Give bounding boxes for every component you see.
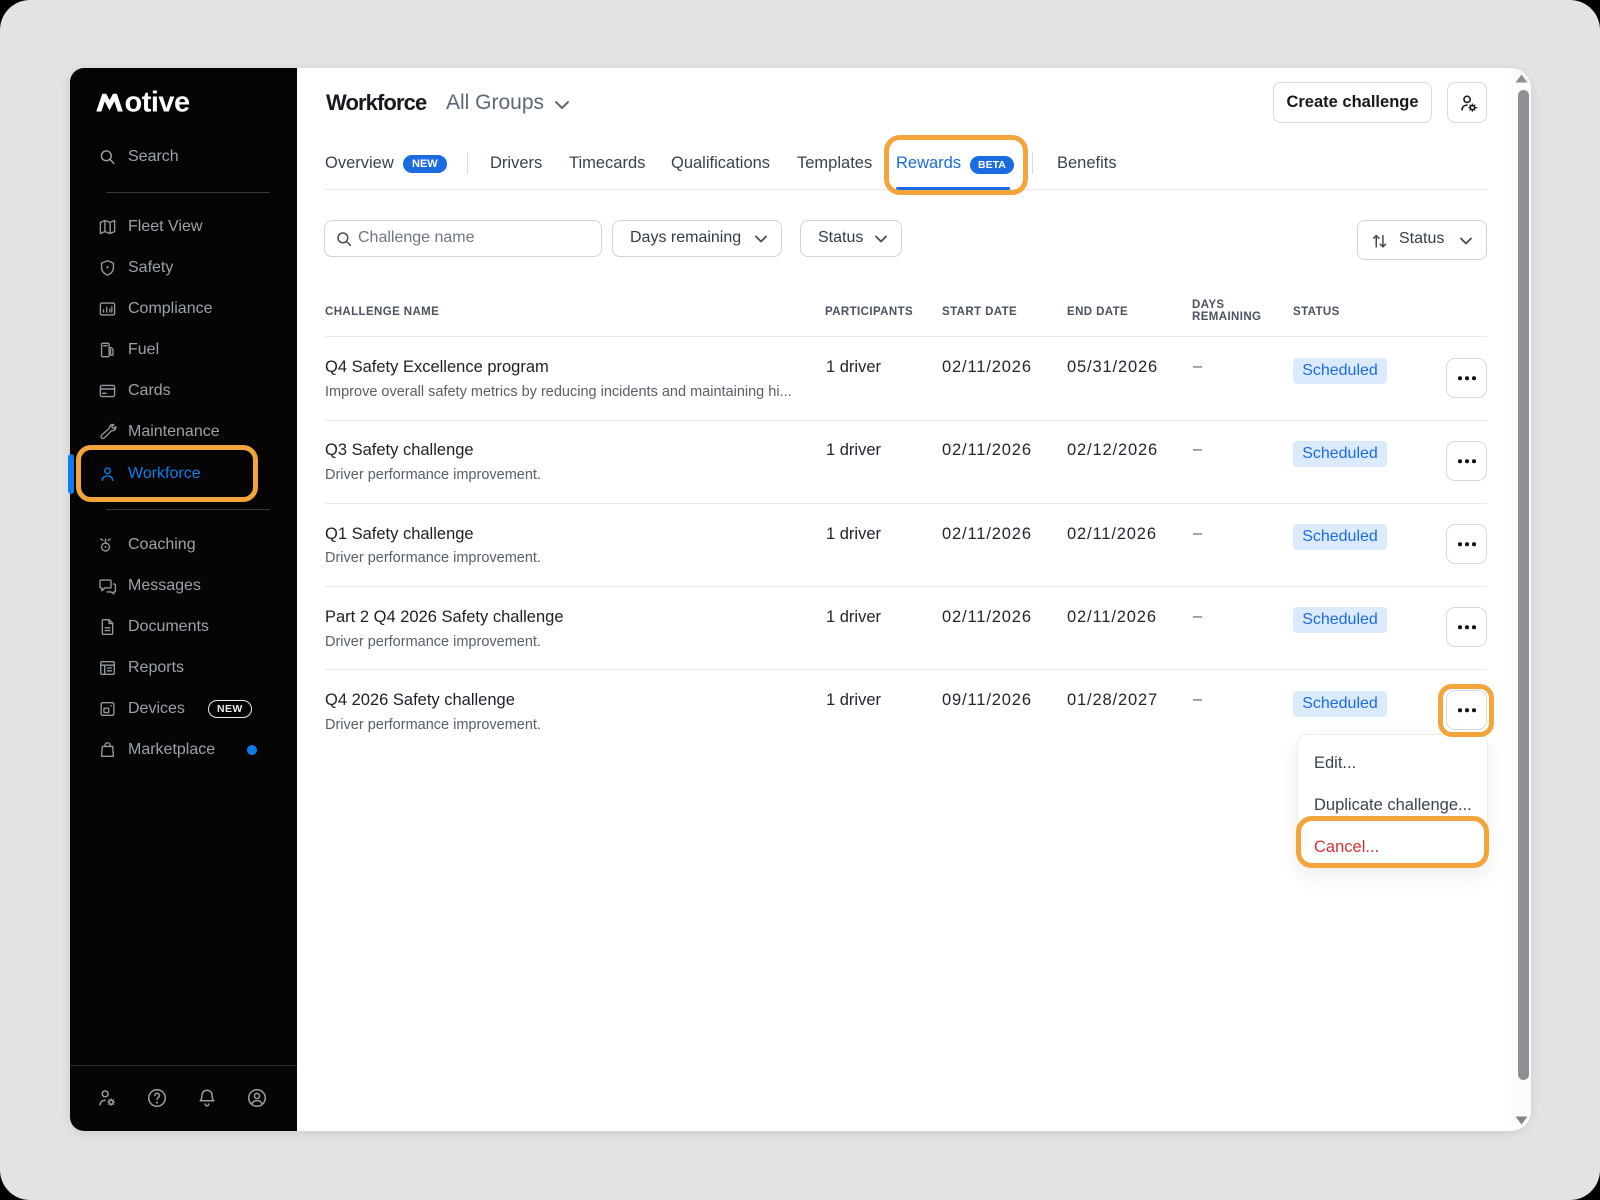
svg-text:otive: otive	[125, 87, 191, 117]
